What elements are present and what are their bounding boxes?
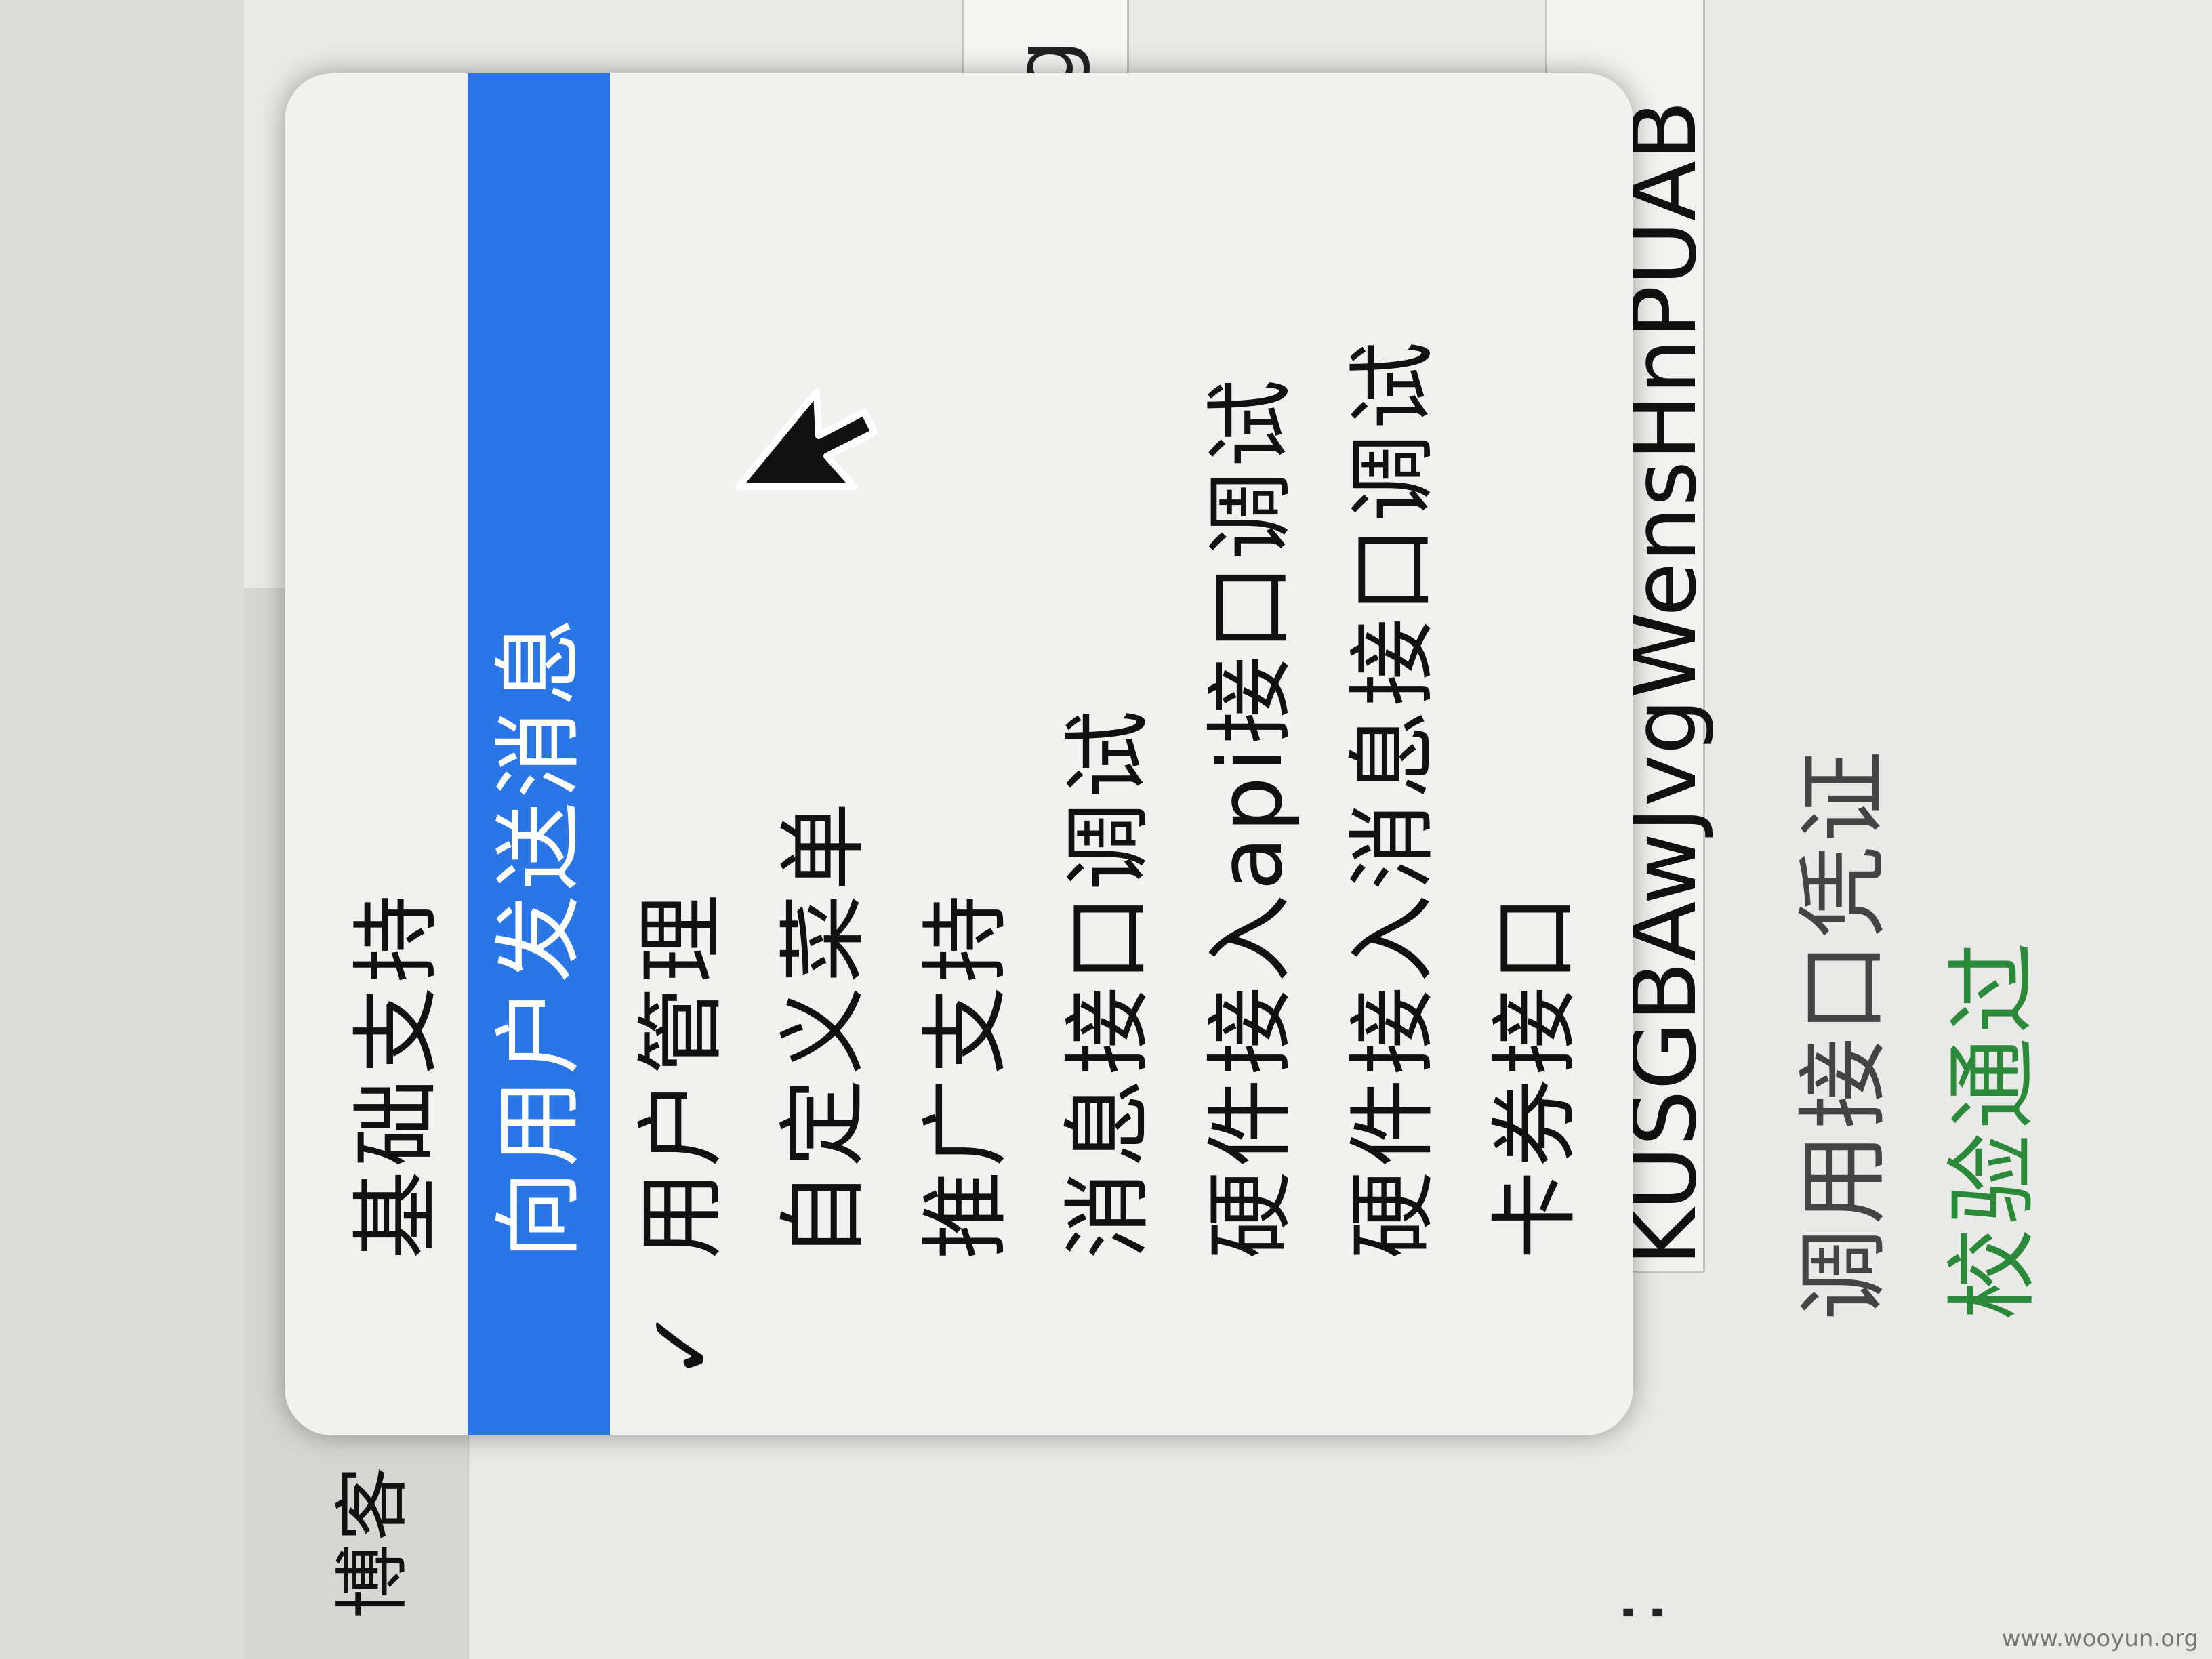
menu-item-custom-menu[interactable]: 自定义菜单 <box>752 73 895 1435</box>
menu-item-hardware-message-debug[interactable]: 硬件接入消息接口调试 <box>1322 73 1464 1435</box>
rotated-screen: 博客 : /g KUSGBAwJvgWensHnPUAB 调用接口凭证 校验通过… <box>0 0 2212 1659</box>
menu-item-hardware-api-debug[interactable]: 硬件接入api接口调试 <box>1179 73 1322 1435</box>
top-strip <box>0 0 244 1659</box>
checkmark-icon: ✓ <box>630 1307 733 1381</box>
menu-item-basic-support[interactable]: 基础支持 <box>325 73 468 1435</box>
cursor-arrow-icon <box>735 388 878 490</box>
sidebar-item-blog[interactable]: 博客 <box>312 1464 420 1618</box>
verify-status: 校验通过 <box>1940 938 2046 1320</box>
watermark: www.wooyun.org <box>2001 1625 2198 1652</box>
dropdown-menu: 基础支持 向用户发送消息 用户管理 ✓ 自定义菜单 推广支持 消息接口调试 硬件… <box>285 73 1633 1435</box>
menu-item-promotion[interactable]: 推广支持 <box>895 73 1037 1435</box>
menu-item-message-debug[interactable]: 消息接口调试 <box>1037 73 1179 1435</box>
menu-item-user-management[interactable]: 用户管理 <box>610 73 752 1435</box>
credential-label: 调用接口凭证 <box>1790 747 1897 1320</box>
menu-item-send-message[interactable]: 向用户发送消息 <box>468 73 610 1435</box>
field-colon: : <box>1593 1599 1679 1625</box>
menu-item-card-coupon[interactable]: 卡券接口 <box>1464 73 1606 1435</box>
